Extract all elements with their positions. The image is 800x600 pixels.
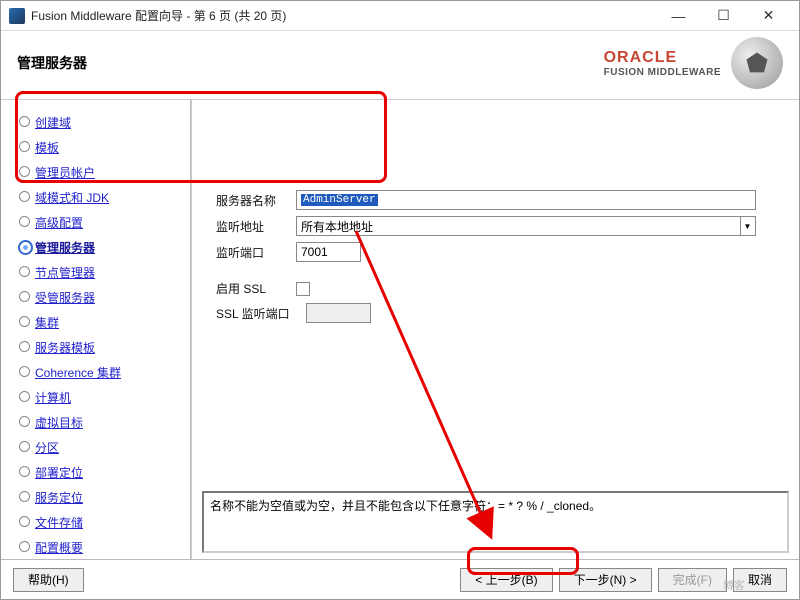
brand-oracle: ORACLE <box>604 49 721 67</box>
brand-fusion-middleware: FUSION MIDDLEWARE <box>604 67 721 78</box>
form-area: 服务器名称 AdminServer 监听地址 所有本地地址 ▼ 监听端口 启用 … <box>192 100 799 491</box>
row-ssl-port: SSL 监听端口 <box>216 303 789 323</box>
page-header: 管理服务器 ORACLE FUSION MIDDLEWARE <box>1 31 799 100</box>
wizard-step-3[interactable]: 域模式和 JDK <box>15 185 190 210</box>
content-panel: 服务器名称 AdminServer 监听地址 所有本地地址 ▼ 监听端口 启用 … <box>191 100 799 559</box>
window-title: Fusion Middleware 配置向导 - 第 6 页 (共 20 页) <box>31 7 656 24</box>
wizard-step-0[interactable]: 创建域 <box>15 110 190 135</box>
wizard-step-16[interactable]: 文件存储 <box>15 510 190 535</box>
wizard-step-14[interactable]: 部署定位 <box>15 460 190 485</box>
validation-message: 名称不能为空值或为空，并且不能包含以下任意字符：= * ? % / _clone… <box>202 491 789 553</box>
label-ssl-port: SSL 监听端口 <box>216 305 306 322</box>
titlebar: Fusion Middleware 配置向导 - 第 6 页 (共 20 页) … <box>1 1 799 31</box>
wizard-step-15[interactable]: 服务定位 <box>15 485 190 510</box>
page-title: 管理服务器 <box>17 53 604 73</box>
row-enable-ssl: 启用 SSL <box>216 280 789 297</box>
label-listen-address: 监听地址 <box>216 218 296 235</box>
wizard-step-10[interactable]: Coherence 集群 <box>15 360 190 385</box>
wizard-step-17[interactable]: 配置概要 <box>15 535 190 559</box>
combo-listen-address[interactable]: 所有本地地址 ▼ <box>296 216 756 236</box>
body-area: 创建域模板管理员帐户域模式和 JDK高级配置管理服务器节点管理器受管服务器集群服… <box>1 100 799 559</box>
close-button[interactable]: ✕ <box>746 1 791 31</box>
checkbox-enable-ssl[interactable] <box>296 282 310 296</box>
wizard-step-4[interactable]: 高级配置 <box>15 210 190 235</box>
input-listen-port[interactable] <box>296 242 361 262</box>
app-icon <box>9 8 25 24</box>
minimize-button[interactable]: — <box>656 1 701 31</box>
help-button[interactable]: 帮助(H) <box>13 568 84 592</box>
wizard-steps-sidebar: 创建域模板管理员帐户域模式和 JDK高级配置管理服务器节点管理器受管服务器集群服… <box>1 100 191 559</box>
maximize-button[interactable]: ☐ <box>701 1 746 31</box>
wizard-step-13[interactable]: 分区 <box>15 435 190 460</box>
row-server-name: 服务器名称 AdminServer <box>216 190 789 210</box>
label-server-name: 服务器名称 <box>216 192 296 209</box>
footer-buttons: 帮助(H) < 上一步(B) 下一步(N) > 完成(F) 取消 <box>1 559 799 599</box>
window-controls: — ☐ ✕ <box>656 1 791 31</box>
brand-icon <box>731 37 783 89</box>
wizard-step-11[interactable]: 计算机 <box>15 385 190 410</box>
chevron-down-icon[interactable]: ▼ <box>740 217 754 235</box>
watermark: 博客 <box>723 577 745 593</box>
wizard-step-9[interactable]: 服务器模板 <box>15 335 190 360</box>
wizard-step-6[interactable]: 节点管理器 <box>15 260 190 285</box>
label-enable-ssl: 启用 SSL <box>216 280 296 297</box>
input-server-name[interactable]: AdminServer <box>296 190 756 210</box>
input-ssl-port <box>306 303 371 323</box>
brand-text: ORACLE FUSION MIDDLEWARE <box>604 49 721 78</box>
wizard-step-7[interactable]: 受管服务器 <box>15 285 190 310</box>
wizard-step-1[interactable]: 模板 <box>15 135 190 160</box>
row-listen-port: 监听端口 <box>216 242 789 262</box>
wizard-step-12[interactable]: 虚拟目标 <box>15 410 190 435</box>
wizard-window: Fusion Middleware 配置向导 - 第 6 页 (共 20 页) … <box>0 0 800 600</box>
wizard-step-8[interactable]: 集群 <box>15 310 190 335</box>
combo-listen-address-value: 所有本地地址 <box>301 218 373 235</box>
wizard-step-2[interactable]: 管理员帐户 <box>15 160 190 185</box>
back-button[interactable]: < 上一步(B) <box>460 568 552 592</box>
row-listen-address: 监听地址 所有本地地址 ▼ <box>216 216 789 236</box>
next-button[interactable]: 下一步(N) > <box>559 568 652 592</box>
brand-block: ORACLE FUSION MIDDLEWARE <box>604 37 783 89</box>
wizard-step-5[interactable]: 管理服务器 <box>15 235 190 260</box>
label-listen-port: 监听端口 <box>216 244 296 261</box>
finish-button: 完成(F) <box>658 568 727 592</box>
